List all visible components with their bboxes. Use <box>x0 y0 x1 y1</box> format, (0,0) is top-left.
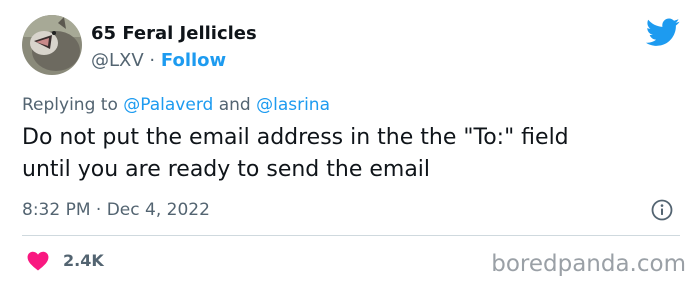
avatar-image <box>22 15 82 75</box>
separator-dot: · <box>149 50 156 71</box>
author-display-name[interactable]: 65 Feral Jellicles <box>91 22 257 46</box>
reply-conjunction: and <box>218 95 251 115</box>
replying-to-line: Replying to @Palaverd and @lasrina <box>22 93 330 117</box>
info-icon[interactable] <box>651 199 673 221</box>
tweet-timestamp[interactable]: 8:32 PM · Dec 4, 2022 <box>22 198 210 222</box>
twitter-bird-glyph <box>646 18 680 46</box>
avatar[interactable] <box>22 15 82 75</box>
like-count[interactable]: 2.4K <box>63 249 104 273</box>
divider <box>22 235 680 236</box>
reply-mention-lasrina[interactable]: @lasrina <box>256 95 330 115</box>
author-handle-line: @LXV · Follow <box>91 49 226 73</box>
tweet-date: Dec 4, 2022 <box>106 200 210 220</box>
timestamp-separator: · <box>95 200 102 220</box>
info-glyph <box>651 199 673 221</box>
replying-prefix: Replying to <box>22 95 118 115</box>
tweet-text-line-2: until you are ready to send the email <box>22 157 431 182</box>
tweet-text: Do not put the email address in the the … <box>22 122 682 186</box>
heart-icon[interactable] <box>27 251 49 271</box>
follow-button[interactable]: Follow <box>161 50 226 71</box>
author-handle[interactable]: @LXV <box>91 50 144 71</box>
twitter-bird-icon[interactable] <box>646 18 680 47</box>
watermark: boredpanda.com <box>491 251 686 277</box>
tweet-time: 8:32 PM <box>22 200 91 220</box>
tweet-text-line-1: Do not put the email address in the the … <box>22 125 569 150</box>
heart-glyph <box>27 251 49 271</box>
reply-mention-palaverd[interactable]: @Palaverd <box>123 95 213 115</box>
